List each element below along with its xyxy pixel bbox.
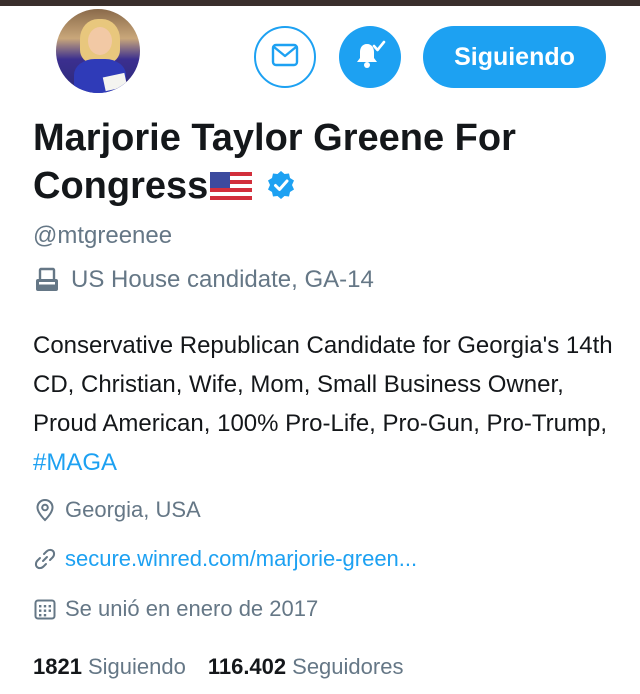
following-button[interactable]: Siguiendo [423,26,606,88]
notifications-button[interactable] [339,26,401,88]
hashtag-link[interactable]: #MAGA [33,449,117,476]
location-label: Georgia, USA [65,497,201,522]
bell-check-icon [353,38,387,77]
following-count: 1821 [33,654,82,679]
following-label: Siguiendo [87,654,186,679]
followers-count: 116.402 [207,654,287,679]
link-icon [33,547,57,571]
avatar[interactable] [53,6,143,96]
profile-stats: 1821 Siguiendo 116.402 Seguidores [33,654,425,680]
profile-handle: @mtgreenee [33,222,173,249]
us-flag-icon [210,164,253,212]
envelope-icon [271,43,299,72]
profile-category: US House candidate, GA-14 [33,266,374,294]
followers-label: Seguidores [292,654,404,679]
profile-bio: Conservative Republican Candidate for Ge… [33,326,623,482]
profile-join-date: Se unió en enero de 2017 [33,596,318,622]
message-button[interactable] [254,26,316,88]
category-label: US House candidate, GA-14 [71,266,374,293]
verified-badge-icon [266,164,296,212]
ballot-box-icon [33,267,61,293]
bio-text: Conservative Republican Candidate for Ge… [33,332,613,437]
following-stat[interactable]: 1821 Siguiendo [33,654,186,680]
calendar-icon [33,597,57,621]
profile-location: Georgia, USA [33,497,201,523]
location-pin-icon [33,498,57,522]
followers-stat[interactable]: 116.402 Seguidores [208,654,404,680]
website-link[interactable]: secure.winred.com/marjorie-green... [65,546,417,572]
profile-website[interactable]: secure.winred.com/marjorie-green... [33,546,417,572]
join-date-label: Se unió en enero de 2017 [65,596,319,621]
profile-name-block: Marjorie Taylor Greene For Congress [33,114,613,212]
